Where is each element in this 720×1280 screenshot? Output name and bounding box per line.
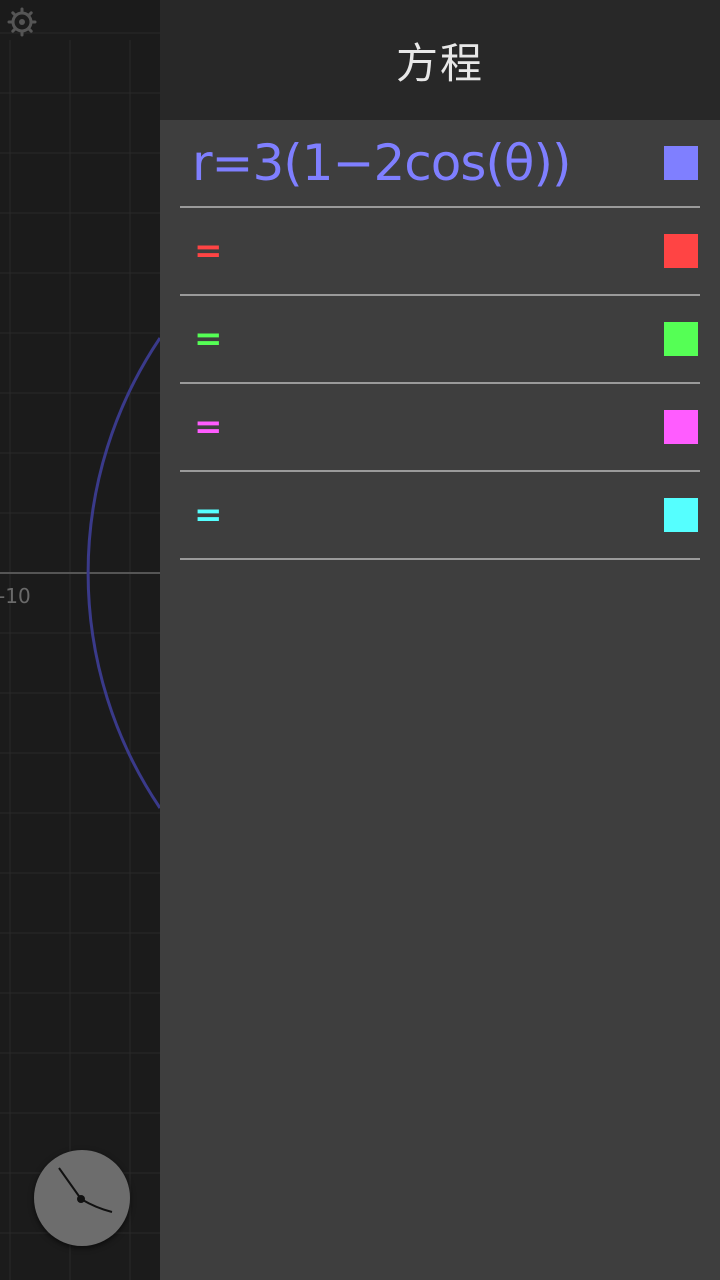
equation-row[interactable]: = [180, 208, 700, 296]
drawer-title: 方程 [395, 38, 484, 88]
equation-input[interactable]: = [180, 407, 664, 447]
equation-input[interactable]: r=3(1−2cos(θ)) [180, 134, 664, 192]
drawer-header: 方程 [160, 0, 720, 120]
axis-tick-label: -10 [0, 584, 31, 608]
equation-list: r=3(1−2cos(θ)) = = = = [160, 120, 720, 560]
grid-lines [0, 32, 160, 1280]
gear-icon [7, 7, 37, 37]
color-swatch[interactable] [664, 498, 698, 532]
equation-input[interactable]: = [180, 495, 664, 535]
settings-button[interactable] [6, 6, 38, 38]
color-swatch[interactable] [664, 146, 698, 180]
equations-drawer: 方程 r=3(1−2cos(θ)) = = = = [160, 0, 720, 1280]
equation-row[interactable]: = [180, 296, 700, 384]
color-swatch[interactable] [664, 234, 698, 268]
animate-button[interactable] [34, 1150, 130, 1246]
graph-canvas[interactable]: -10 [0, 0, 160, 1280]
equation-input[interactable]: = [180, 231, 664, 271]
color-swatch[interactable] [664, 322, 698, 356]
equation-input[interactable]: = [180, 319, 664, 359]
equation-row[interactable]: r=3(1−2cos(θ)) [180, 120, 700, 208]
app-root: -10 方程 r=3(1−2cos(θ)) = = = = [0, 0, 720, 1280]
graph-svg [0, 32, 160, 1280]
clock-icon [58, 1167, 113, 1213]
equation-row[interactable]: = [180, 384, 700, 472]
equation-row[interactable]: = [180, 472, 700, 560]
color-swatch[interactable] [664, 410, 698, 444]
